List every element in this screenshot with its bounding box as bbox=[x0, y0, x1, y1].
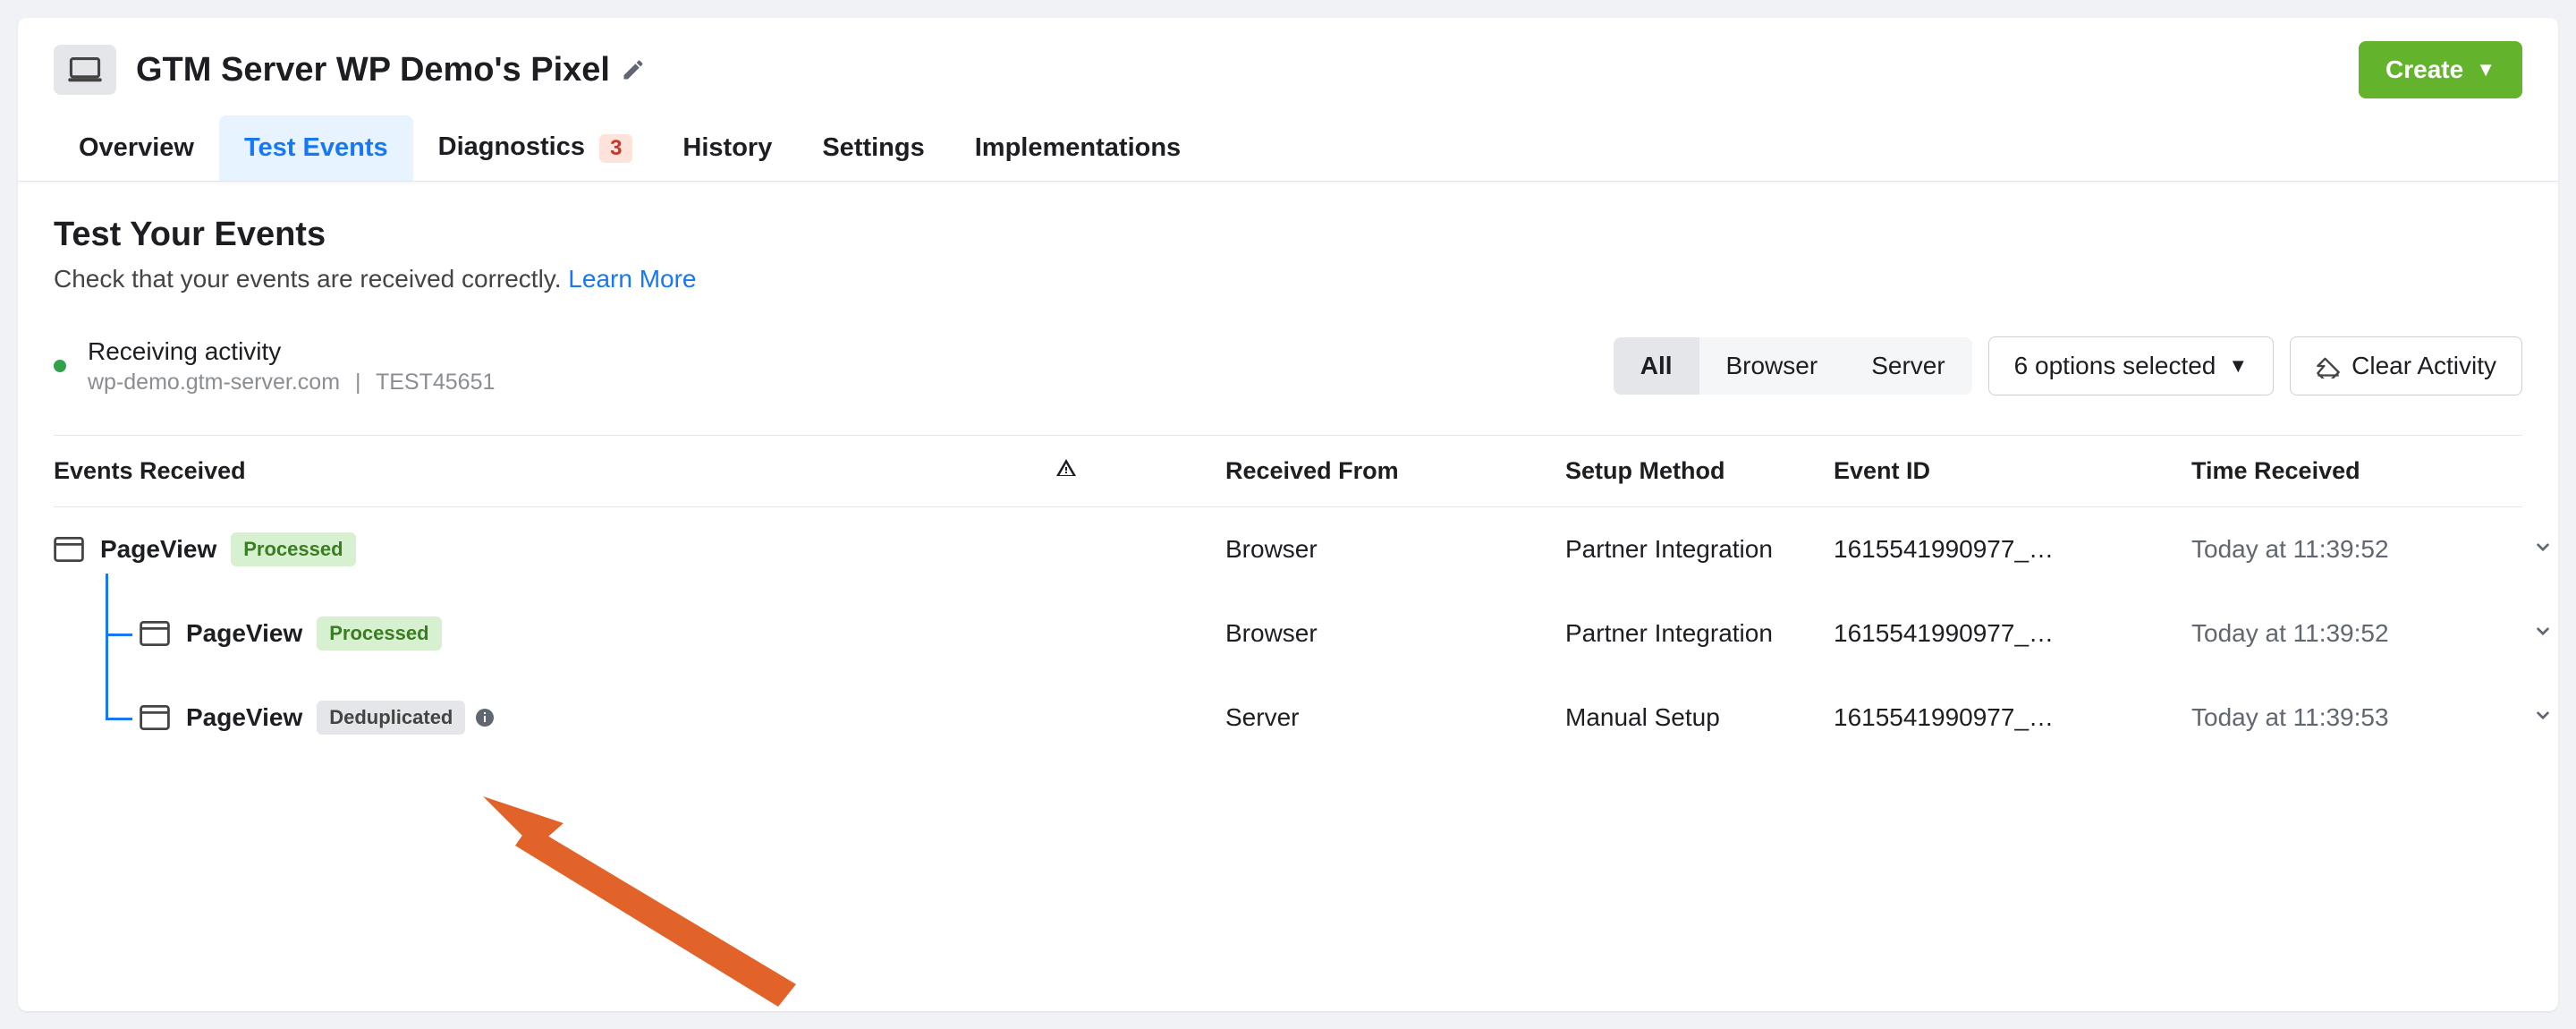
tree-branch-icon bbox=[106, 718, 132, 720]
expand-toggle[interactable] bbox=[2531, 619, 2558, 649]
table-row[interactable]: PageView Processed BrowserPartner Integrat… bbox=[54, 591, 2522, 676]
chevron-down-icon bbox=[2531, 535, 2555, 558]
tab-diagnostics-label: Diagnostics bbox=[438, 132, 585, 161]
window-icon bbox=[140, 705, 170, 730]
annotation-arrow-icon bbox=[483, 796, 823, 1011]
seg-browser[interactable]: Browser bbox=[1699, 337, 1845, 395]
status-row: Receiving activity wp-demo.gtm-server.co… bbox=[54, 336, 2522, 395]
options-dropdown[interactable]: 6 options selected ▼ bbox=[1988, 336, 2275, 395]
time-cell: Today at 11:39:52 bbox=[2191, 619, 2531, 648]
chevron-down-icon bbox=[2531, 619, 2555, 642]
edit-icon[interactable] bbox=[621, 57, 646, 82]
seg-server[interactable]: Server bbox=[1844, 337, 1971, 395]
tab-diagnostics[interactable]: Diagnostics 3 bbox=[413, 115, 658, 181]
event-name: PageView bbox=[186, 619, 302, 648]
col-time: Time Received bbox=[2191, 457, 2531, 485]
clear-icon bbox=[2316, 353, 2341, 378]
status-label: Receiving activity bbox=[88, 337, 495, 366]
time-cell: Today at 11:39:53 bbox=[2191, 703, 2531, 732]
expand-toggle[interactable] bbox=[2531, 703, 2558, 733]
subtitle-text: Check that your events are received corr… bbox=[54, 265, 562, 293]
clear-activity-button[interactable]: Clear Activity bbox=[2290, 336, 2522, 395]
event-name-cell: PageView Processed bbox=[54, 617, 1055, 651]
from-cell: Server bbox=[1225, 703, 1565, 732]
page-header: GTM Server WP Demo's Pixel Create ▼ bbox=[18, 18, 2558, 115]
tree-branch-icon bbox=[106, 634, 132, 636]
tree-line-icon bbox=[106, 574, 108, 718]
options-label: 6 options selected bbox=[2014, 352, 2216, 380]
source-segment: All Browser Server bbox=[1614, 337, 1972, 395]
caret-down-icon: ▼ bbox=[2228, 354, 2248, 378]
table-row[interactable]: PageView Processed BrowserPartner Integrat… bbox=[54, 507, 2522, 591]
learn-more-link[interactable]: Learn More bbox=[568, 265, 696, 293]
from-cell: Browser bbox=[1225, 619, 1565, 648]
controls: All Browser Server 6 options selected ▼ … bbox=[1614, 336, 2522, 395]
laptop-icon bbox=[68, 57, 102, 82]
event-id-cell: 1615541990977_… bbox=[1834, 703, 2191, 732]
time-cell: Today at 11:39:52 bbox=[2191, 535, 2531, 564]
tab-implementations[interactable]: Implementations bbox=[950, 115, 1206, 181]
event-name-cell: PageView Processed bbox=[54, 532, 1055, 566]
status-domain: wp-demo.gtm-server.com bbox=[88, 370, 340, 395]
col-events: Events Received bbox=[54, 457, 1055, 485]
col-event-id: Event ID bbox=[1834, 457, 2191, 485]
event-name: PageView bbox=[100, 535, 216, 564]
window-icon bbox=[140, 621, 170, 646]
tab-overview[interactable]: Overview bbox=[54, 115, 219, 181]
events-table: Events Received Received From Setup Meth… bbox=[54, 435, 2522, 760]
event-id-cell: 1615541990977_… bbox=[1834, 535, 2191, 564]
event-name-cell: PageView Deduplicated bbox=[54, 701, 1055, 735]
tab-test-events[interactable]: Test Events bbox=[219, 115, 413, 181]
expand-toggle[interactable] bbox=[2531, 535, 2558, 565]
method-cell: Manual Setup bbox=[1565, 703, 1834, 732]
status-badge-processed: Processed bbox=[317, 617, 441, 651]
col-method: Setup Method bbox=[1565, 457, 1834, 485]
status-test-id: TEST45651 bbox=[376, 370, 495, 395]
window-icon bbox=[54, 537, 84, 562]
method-cell: Partner Integration bbox=[1565, 535, 1834, 564]
clear-label: Clear Activity bbox=[2351, 352, 2496, 380]
tab-history[interactable]: History bbox=[657, 115, 797, 181]
table-header: Events Received Received From Setup Meth… bbox=[54, 435, 2522, 507]
create-button[interactable]: Create ▼ bbox=[2359, 41, 2522, 98]
event-name: PageView bbox=[186, 703, 302, 732]
tab-settings[interactable]: Settings bbox=[797, 115, 949, 181]
seg-all[interactable]: All bbox=[1614, 337, 1699, 395]
col-warning bbox=[1055, 457, 1225, 485]
col-from: Received From bbox=[1225, 457, 1565, 485]
event-id-cell: 1615541990977_… bbox=[1834, 619, 2191, 648]
chevron-down-icon bbox=[2531, 703, 2555, 727]
warning-icon bbox=[1055, 457, 1077, 479]
activity-indicator-icon bbox=[54, 360, 66, 372]
create-label: Create bbox=[2385, 55, 2463, 84]
from-cell: Browser bbox=[1225, 535, 1565, 564]
info-icon bbox=[474, 707, 496, 728]
content-area: Test Your Events Check that your events … bbox=[18, 182, 2558, 760]
method-cell: Partner Integration bbox=[1565, 619, 1834, 648]
pixel-title: GTM Server WP Demo's Pixel bbox=[136, 51, 610, 89]
tabs: Overview Test Events Diagnostics 3 Histo… bbox=[18, 115, 2558, 182]
page-title: Test Your Events bbox=[54, 216, 2522, 254]
table-row[interactable]: PageView Deduplicated ServerManual Setup16… bbox=[54, 676, 2522, 760]
page-subtitle: Check that your events are received corr… bbox=[54, 265, 2522, 293]
status-badge-processed: Processed bbox=[231, 532, 355, 566]
caret-down-icon: ▼ bbox=[2476, 58, 2496, 81]
pixel-icon bbox=[54, 45, 116, 95]
status-text: Receiving activity wp-demo.gtm-server.co… bbox=[88, 337, 495, 395]
diagnostics-badge: 3 bbox=[599, 134, 632, 163]
status-badge-deduplicated: Deduplicated bbox=[317, 701, 465, 735]
